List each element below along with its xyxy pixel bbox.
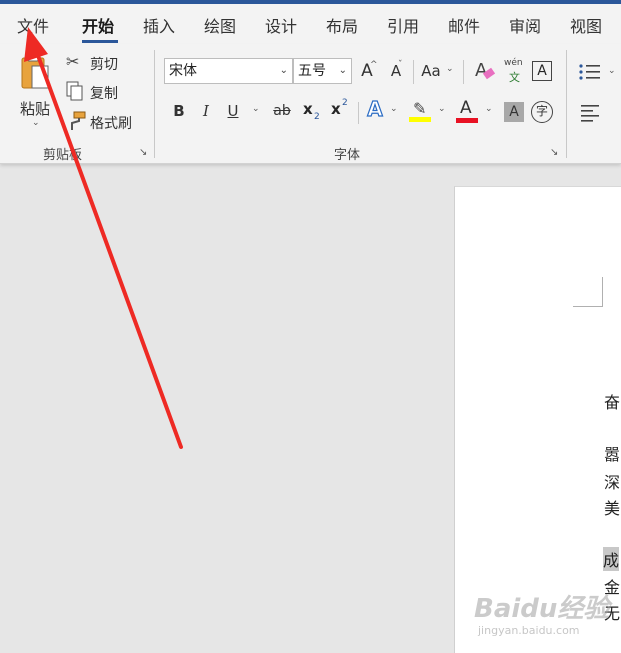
arrow-head-icon — [24, 27, 48, 62]
annotation-arrow — [24, 27, 183, 449]
arrow-shaft — [34, 48, 183, 449]
